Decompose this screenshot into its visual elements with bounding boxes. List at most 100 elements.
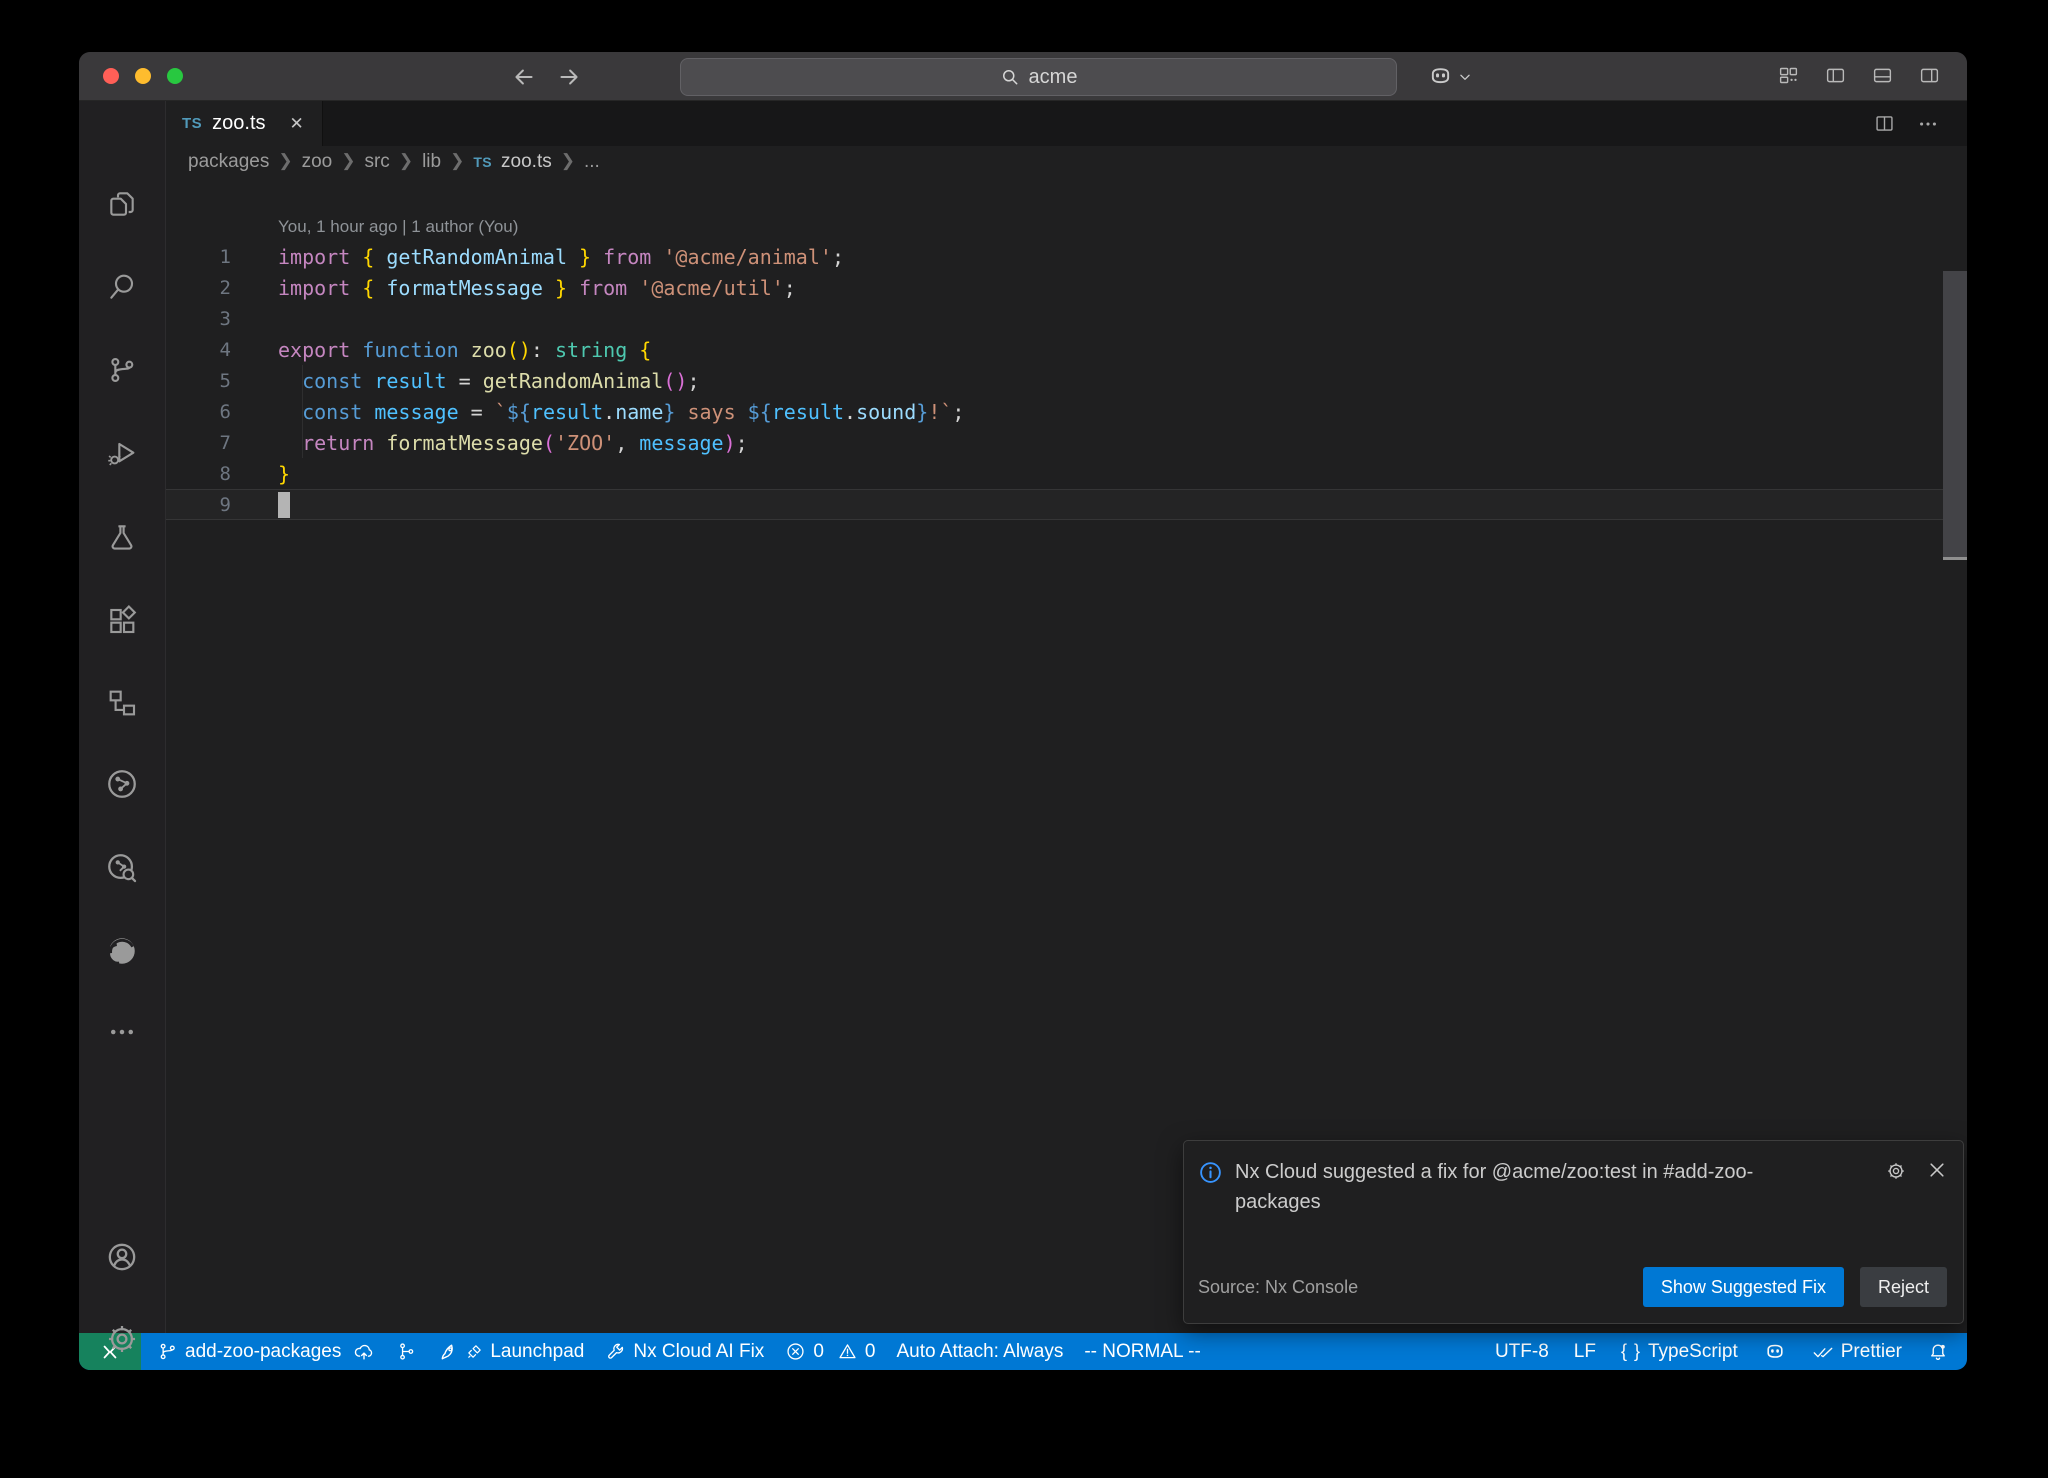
nx-cloud-ai-fix-label: Nx Cloud AI Fix <box>633 1341 764 1363</box>
copilot-icon <box>1427 63 1454 90</box>
navigate-forward-button[interactable] <box>556 64 582 90</box>
copilot-status[interactable] <box>1763 1340 1787 1364</box>
code-line-8[interactable]: 8} <box>166 458 1967 489</box>
line-number: 6 <box>166 401 231 423</box>
git-graph-status[interactable] <box>396 1341 417 1362</box>
vim-mode-label: -- NORMAL -- <box>1084 1341 1200 1363</box>
reject-button[interactable]: Reject <box>1860 1267 1947 1307</box>
nx-project-graph-icon[interactable] <box>79 760 165 808</box>
nx-cloud-ai-fix-status[interactable]: Nx Cloud AI Fix <box>605 1341 764 1363</box>
git-branch-status[interactable]: add-zoo-packages <box>157 1341 375 1363</box>
close-window-button[interactable] <box>103 68 119 84</box>
code-line-9[interactable]: 9 <box>166 489 1967 520</box>
code-line-7[interactable]: 7 return formatMessage('ZOO', message); <box>166 427 1967 458</box>
code-line-6[interactable]: 6 const message = `${result.name} says $… <box>166 396 1967 427</box>
line-number: 3 <box>166 308 231 330</box>
notifications-status[interactable] <box>1927 1341 1949 1363</box>
account-icon[interactable] <box>79 1233 165 1281</box>
breadcrumb-item-file[interactable]: zoo.ts <box>501 151 552 173</box>
error-count: 0 <box>813 1341 824 1363</box>
explorer-icon[interactable] <box>79 180 165 228</box>
arrow-left-icon <box>511 64 537 90</box>
satellite-icon <box>466 1343 483 1360</box>
cloud-upload-icon <box>353 1341 375 1363</box>
command-center-search[interactable]: acme <box>680 58 1397 96</box>
language-label: TypeScript <box>1648 1341 1738 1363</box>
editor-cursor <box>278 492 290 518</box>
window-controls <box>103 68 183 84</box>
launchpad-status[interactable]: Launchpad <box>438 1340 584 1363</box>
breadcrumb-item[interactable]: lib <box>422 151 441 173</box>
toggle-secondary-sidebar-icon[interactable] <box>1919 65 1940 86</box>
chevron-right-icon: ❯ <box>399 151 413 171</box>
notification-settings-gear-icon[interactable] <box>1885 1160 1907 1182</box>
extensions-icon[interactable] <box>79 596 165 644</box>
toggle-primary-sidebar-icon[interactable] <box>1825 65 1846 86</box>
toggle-panel-icon[interactable] <box>1872 65 1893 86</box>
chevron-right-icon: ❯ <box>278 151 292 171</box>
arrow-right-icon <box>556 64 582 90</box>
settings-gear-icon[interactable] <box>79 1315 165 1363</box>
double-check-icon <box>1812 1341 1834 1363</box>
encoding-label: UTF-8 <box>1495 1341 1549 1363</box>
language-mode-status[interactable]: { } TypeScript <box>1621 1341 1738 1363</box>
notification-close-icon[interactable] <box>1927 1160 1947 1180</box>
bell-dot-icon <box>1927 1341 1949 1363</box>
breadcrumb-overflow[interactable]: ... <box>584 151 600 173</box>
source-control-icon[interactable] <box>79 346 165 394</box>
testing-icon[interactable] <box>79 513 165 561</box>
tab-close-icon[interactable]: ✕ <box>290 115 304 132</box>
edge-tools-icon[interactable] <box>79 927 165 975</box>
error-icon <box>785 1341 806 1362</box>
navigate-back-button[interactable] <box>511 64 537 90</box>
vim-mode-status[interactable]: -- NORMAL -- <box>1084 1341 1200 1363</box>
copilot-menu-button[interactable] <box>1427 63 1472 90</box>
run-debug-icon[interactable] <box>79 430 165 478</box>
breadcrumb-item[interactable]: packages <box>188 151 269 173</box>
gitlens-blame-annotation[interactable]: You, 1 hour ago | 1 author (You) <box>278 213 1967 241</box>
customize-layout-icon[interactable] <box>1778 65 1799 86</box>
eol-status[interactable]: LF <box>1574 1341 1596 1363</box>
problems-status[interactable]: 0 0 <box>785 1341 875 1363</box>
formatter-status[interactable]: Prettier <box>1812 1341 1902 1363</box>
git-graph-icon <box>396 1341 417 1362</box>
search-query-text: acme <box>1029 66 1078 89</box>
breadcrumb: packages❯ zoo❯ src❯ lib❯ TS zoo.ts❯ ... <box>166 146 1967 178</box>
breadcrumb-item[interactable]: src <box>364 151 389 173</box>
show-suggested-fix-button[interactable]: Show Suggested Fix <box>1643 1267 1844 1307</box>
notification-toast: Nx Cloud suggested a fix for @acme/zoo:t… <box>1183 1140 1964 1324</box>
zoom-window-button[interactable] <box>167 68 183 84</box>
code-lines: 1import { getRandomAnimal } from '@acme/… <box>166 241 1967 520</box>
split-editor-icon[interactable] <box>1874 113 1895 134</box>
minimize-window-button[interactable] <box>135 68 151 84</box>
code-line-1[interactable]: 1import { getRandomAnimal } from '@acme/… <box>166 241 1967 272</box>
chevron-right-icon: ❯ <box>561 151 575 171</box>
more-views-icon[interactable] <box>79 1008 165 1056</box>
auto-attach-status[interactable]: Auto Attach: Always <box>896 1341 1063 1363</box>
breadcrumb-item[interactable]: zoo <box>302 151 333 173</box>
line-number: 4 <box>166 339 231 361</box>
copilot-icon <box>1763 1340 1787 1364</box>
warning-count: 0 <box>865 1341 876 1363</box>
line-number: 7 <box>166 432 231 454</box>
activity-bar <box>79 101 166 1333</box>
encoding-status[interactable]: UTF-8 <box>1495 1341 1549 1363</box>
typescript-file-icon: TS <box>182 115 202 132</box>
nx-cloud-icon[interactable] <box>79 844 165 892</box>
editor-scrollbar[interactable] <box>1943 271 1967 560</box>
code-line-3[interactable]: 3 <box>166 303 1967 334</box>
vscode-window: acme <box>79 52 1967 1370</box>
status-bar: add-zoo-packages Launchpad Nx Cloud AI F… <box>79 1333 1967 1370</box>
formatter-label: Prettier <box>1841 1341 1902 1363</box>
branch-name: add-zoo-packages <box>185 1341 341 1363</box>
more-actions-icon[interactable] <box>1917 113 1939 135</box>
nx-console-icon[interactable] <box>79 679 165 727</box>
code-line-5[interactable]: 5 const result = getRandomAnimal(); <box>166 365 1967 396</box>
tab-zoo-ts[interactable]: TS zoo.ts ✕ <box>166 101 323 146</box>
code-line-4[interactable]: 4export function zoo(): string { <box>166 334 1967 365</box>
tab-label: zoo.ts <box>212 112 265 135</box>
wrench-icon <box>605 1341 626 1362</box>
warning-icon <box>837 1341 858 1362</box>
code-line-2[interactable]: 2import { formatMessage } from '@acme/ut… <box>166 272 1967 303</box>
search-view-icon[interactable] <box>79 263 165 311</box>
